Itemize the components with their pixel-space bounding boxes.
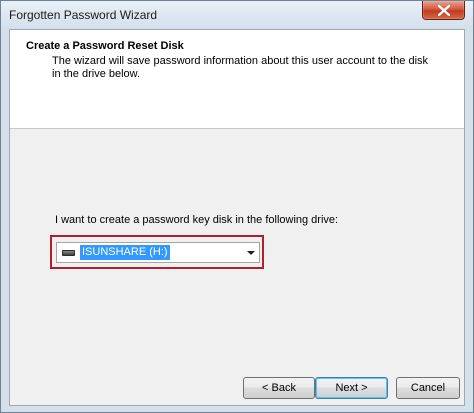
usb-drive-icon [62,250,75,256]
title-bar[interactable]: Forgotten Password Wizard [1,1,473,29]
wizard-header: Create a Password Reset Disk The wizard … [10,30,464,129]
wizard-content: Create a Password Reset Disk The wizard … [9,29,465,406]
drive-select-value: ISUNSHARE (H:) [80,245,170,260]
close-button[interactable] [422,1,465,20]
page-title: Create a Password Reset Disk [26,40,184,52]
close-icon [438,5,450,16]
back-button[interactable]: < Back [243,377,315,399]
drive-select[interactable]: ISUNSHARE (H:) [56,242,260,263]
chevron-down-icon[interactable] [247,251,255,255]
window-title: Forgotten Password Wizard [9,8,158,22]
wizard-window: Forgotten Password Wizard Create a Passw… [0,0,474,413]
cancel-button[interactable]: Cancel [396,377,460,399]
drive-prompt-label: I want to create a password key disk in … [55,214,339,226]
next-button[interactable]: Next > [315,377,388,399]
page-description: The wizard will save password informatio… [52,55,429,80]
